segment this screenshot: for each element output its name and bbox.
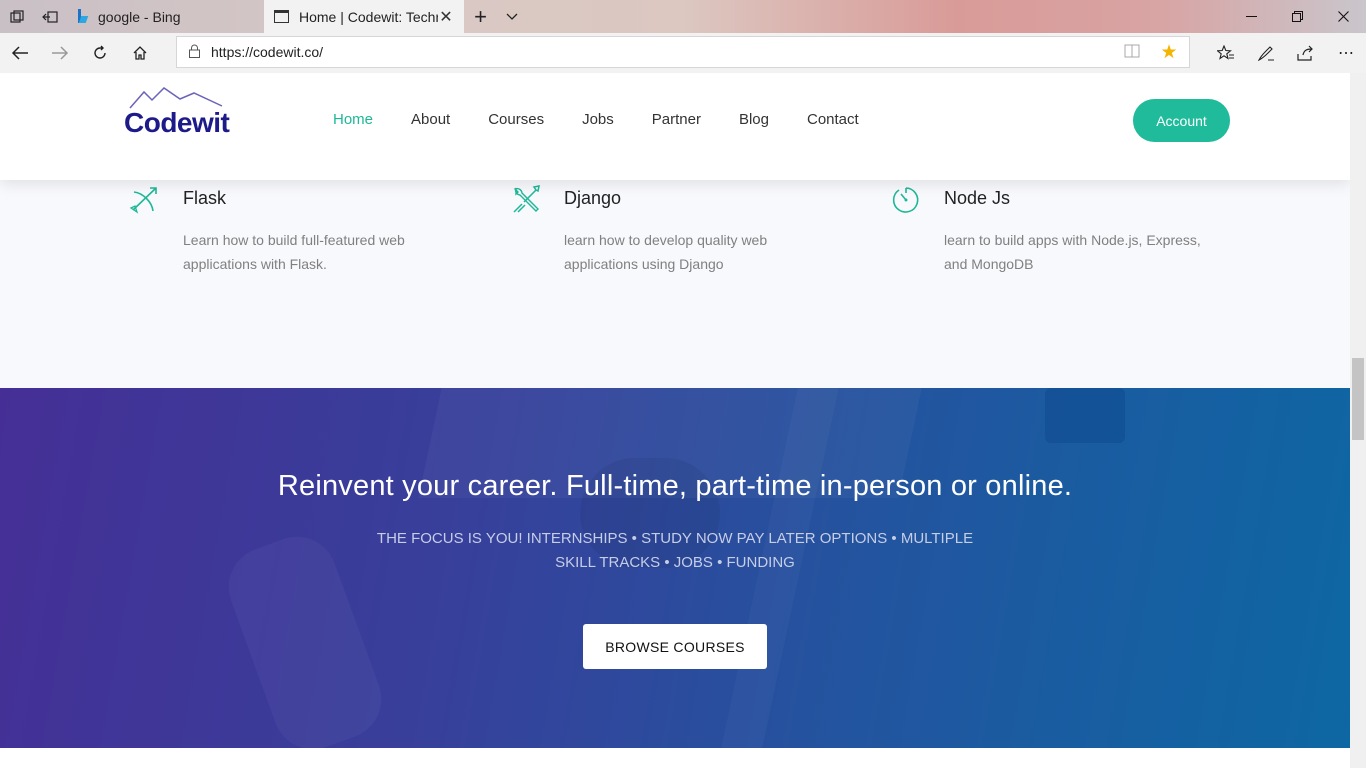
tools-icon	[513, 185, 540, 213]
hero-subtext: THE FOCUS IS YOU! INTERNSHIPS • STUDY NO…	[376, 530, 974, 571]
more-options-icon[interactable]: ⋯	[1326, 33, 1366, 73]
favorites-hub-icon[interactable]	[1206, 33, 1246, 73]
close-tab-icon[interactable]: ✕	[438, 7, 454, 27]
chevron-down-icon[interactable]	[497, 10, 527, 24]
close-window-button[interactable]	[1320, 0, 1366, 33]
bow-arrow-icon	[129, 187, 157, 214]
browse-courses-button[interactable]: BROWSE COURSES	[583, 624, 767, 669]
bing-icon	[76, 8, 88, 25]
forward-button[interactable]	[40, 33, 80, 73]
add-notes-icon[interactable]	[1246, 33, 1286, 73]
favorite-star-icon[interactable]: ★	[1149, 41, 1189, 64]
main-nav: Home About Courses Jobs Partner Blog Con…	[314, 107, 878, 132]
minimize-button[interactable]	[1228, 0, 1274, 33]
back-button[interactable]	[0, 33, 40, 73]
page-icon	[274, 10, 289, 23]
tab-codewit[interactable]: Home | Codewit: Technology ✕	[264, 0, 464, 33]
course-features: Flask Learn how to build full-featured w…	[0, 180, 1350, 388]
nav-partner[interactable]: Partner	[633, 107, 720, 132]
share-icon[interactable]	[1286, 33, 1326, 73]
next-section	[0, 748, 1350, 768]
home-button[interactable]	[120, 33, 160, 73]
site-header: Codewit Home About Courses Jobs Partner …	[0, 73, 1350, 180]
nav-about[interactable]: About	[392, 107, 469, 132]
nav-courses[interactable]: Courses	[469, 107, 563, 132]
refresh-button[interactable]	[80, 33, 120, 73]
hero-banner: Reinvent your career. Full-time, part-ti…	[0, 388, 1350, 748]
feature-title: Flask	[183, 188, 227, 208]
browser-toolbar: https://codewit.co/ ★ ⋯	[0, 33, 1366, 73]
address-bar[interactable]: https://codewit.co/ ★	[176, 36, 1190, 68]
url-text[interactable]: https://codewit.co/	[211, 44, 1115, 60]
web-page: Codewit Home About Courses Jobs Partner …	[0, 73, 1350, 768]
tab-title: google - Bing	[98, 8, 181, 25]
codewit-logo[interactable]: Codewit	[124, 87, 230, 138]
feature-description: learn how to develop quality web applica…	[564, 232, 768, 272]
background-texture	[1045, 388, 1125, 443]
new-tab-button[interactable]: +	[464, 4, 497, 30]
set-tabs-aside-icon[interactable]	[33, 0, 66, 33]
stopwatch-icon	[892, 187, 919, 213]
tab-bing[interactable]: google - Bing	[66, 0, 264, 33]
page-scrollbar[interactable]	[1350, 73, 1366, 768]
tab-preview-icon[interactable]	[0, 0, 33, 33]
restore-button[interactable]	[1274, 0, 1320, 33]
feature-title: Django	[564, 188, 622, 208]
nav-jobs[interactable]: Jobs	[563, 107, 633, 132]
nav-contact[interactable]: Contact	[788, 107, 878, 132]
logo-text: Codewit	[124, 107, 230, 138]
feature-description: learn to build apps with Node.js, Expres…	[944, 232, 1201, 272]
lock-icon	[177, 44, 211, 61]
hero-heading: Reinvent your career. Full-time, part-ti…	[277, 470, 1073, 502]
feature-description: Learn how to build full-featured web app…	[183, 232, 405, 272]
browser-tab-bar: google - Bing Home | Codewit: Technology…	[0, 0, 1366, 33]
reading-view-icon[interactable]	[1115, 44, 1149, 61]
nav-blog[interactable]: Blog	[720, 107, 788, 132]
nav-home[interactable]: Home	[314, 107, 392, 132]
feature-title: Node Js	[944, 188, 1011, 208]
mountain-logo-icon	[129, 87, 223, 109]
tab-title: Home | Codewit: Technology	[299, 8, 438, 25]
scrollbar-thumb[interactable]	[1352, 358, 1364, 440]
account-button[interactable]: Account	[1133, 99, 1230, 142]
